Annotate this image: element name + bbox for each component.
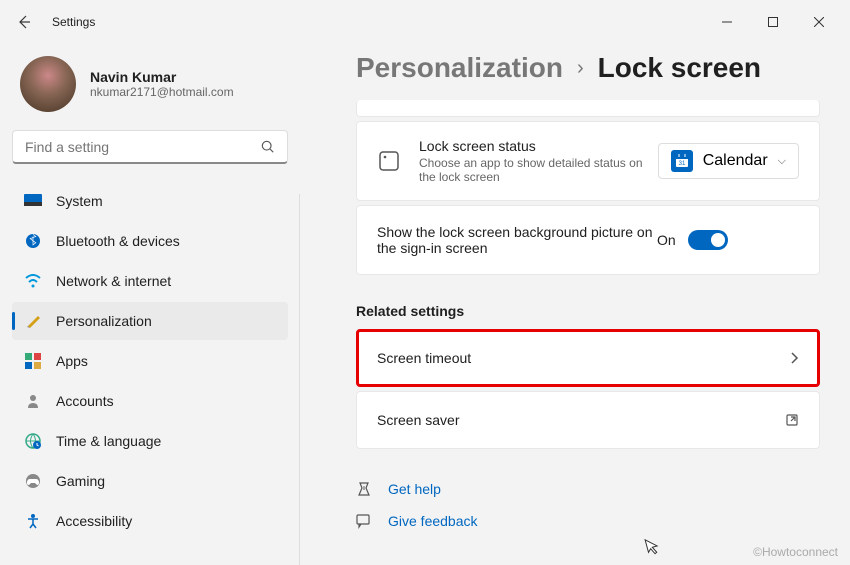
- footer-link-label: Give feedback: [388, 513, 478, 529]
- breadcrumb: Personalization › Lock screen: [356, 52, 820, 84]
- card-partial: [356, 100, 820, 117]
- chevron-right-icon: ›: [577, 57, 584, 80]
- sidebar-item-label: Gaming: [56, 473, 105, 489]
- maximize-button[interactable]: [750, 6, 796, 38]
- window-title: Settings: [52, 15, 95, 29]
- gaming-icon: [24, 472, 42, 490]
- sidebar-item-label: Accounts: [56, 393, 114, 409]
- sidebar-item-apps[interactable]: Apps: [12, 342, 288, 380]
- sidebar-item-label: Network & internet: [56, 273, 171, 289]
- toggle-switch[interactable]: [688, 230, 728, 250]
- sidebar-item-label: Bluetooth & devices: [56, 233, 180, 249]
- profile-email: nkumar2171@hotmail.com: [90, 85, 234, 99]
- sidebar-item-gaming[interactable]: Gaming: [12, 462, 288, 500]
- lock-status-card: Lock screen status Choose an app to show…: [356, 121, 820, 201]
- chevron-down-icon: ⌵: [778, 155, 786, 168]
- accessibility-icon: [24, 512, 42, 530]
- footer-link-label: Get help: [388, 481, 441, 497]
- apps-icon: [24, 352, 42, 370]
- app-dropdown[interactable]: 31 Calendar ⌵: [658, 143, 799, 179]
- screen-saver-link[interactable]: Screen saver: [356, 391, 820, 449]
- system-icon: [24, 192, 42, 210]
- svg-text:31: 31: [678, 161, 685, 167]
- calendar-icon: 31: [671, 150, 693, 172]
- card-desc: Choose an app to show detailed status on…: [419, 156, 658, 184]
- globe-icon: [24, 432, 42, 450]
- wifi-icon: [24, 272, 42, 290]
- link-label: Screen timeout: [377, 350, 789, 366]
- status-icon: [377, 149, 401, 173]
- screen-timeout-link[interactable]: Screen timeout: [356, 329, 820, 387]
- help-icon: [356, 481, 374, 497]
- minimize-button[interactable]: [704, 6, 750, 38]
- main-content: Personalization › Lock screen Lock scree…: [300, 44, 850, 565]
- card-title: Lock screen status: [419, 138, 658, 154]
- sidebar-item-network[interactable]: Network & internet: [12, 262, 288, 300]
- give-feedback-link[interactable]: Give feedback: [356, 505, 820, 537]
- sidebar-item-label: Apps: [56, 353, 88, 369]
- close-button[interactable]: [796, 6, 842, 38]
- breadcrumb-current: Lock screen: [598, 52, 761, 84]
- chevron-right-icon: [789, 351, 799, 365]
- back-button[interactable]: [8, 6, 40, 38]
- sidebar-item-label: Accessibility: [56, 513, 132, 529]
- watermark: ©Howtoconnect: [753, 545, 838, 559]
- search-box[interactable]: [12, 130, 288, 164]
- toggle-label: Show the lock screen background picture …: [377, 224, 657, 256]
- close-icon: [814, 17, 824, 27]
- profile-block[interactable]: Navin Kumar nkumar2171@hotmail.com: [12, 44, 288, 130]
- link-label: Screen saver: [377, 412, 785, 428]
- sidebar-item-personalization[interactable]: Personalization: [12, 302, 288, 340]
- breadcrumb-parent[interactable]: Personalization: [356, 52, 563, 84]
- person-icon: [24, 392, 42, 410]
- maximize-icon: [768, 17, 778, 27]
- sidebar: Navin Kumar nkumar2171@hotmail.com Syste…: [0, 44, 300, 565]
- search-input[interactable]: [25, 139, 261, 155]
- sidebar-item-label: Time & language: [56, 433, 161, 449]
- profile-name: Navin Kumar: [90, 69, 234, 85]
- external-link-icon: [785, 413, 799, 427]
- sidebar-item-label: Personalization: [56, 313, 152, 329]
- dropdown-value: Calendar: [703, 152, 768, 170]
- feedback-icon: [356, 513, 374, 529]
- minimize-icon: [722, 17, 732, 27]
- search-icon: [261, 140, 275, 154]
- bluetooth-icon: [24, 232, 42, 250]
- avatar: [20, 56, 76, 112]
- arrow-left-icon: [16, 14, 32, 30]
- sidebar-item-time[interactable]: Time & language: [12, 422, 288, 460]
- toggle-state: On: [657, 232, 676, 248]
- sidebar-item-accounts[interactable]: Accounts: [12, 382, 288, 420]
- related-heading: Related settings: [356, 303, 820, 319]
- sidebar-item-system[interactable]: System: [12, 182, 288, 220]
- brush-icon: [24, 312, 42, 330]
- signin-toggle-card: Show the lock screen background picture …: [356, 205, 820, 275]
- sidebar-item-label: System: [56, 193, 103, 209]
- sidebar-item-bluetooth[interactable]: Bluetooth & devices: [12, 222, 288, 260]
- get-help-link[interactable]: Get help: [356, 473, 820, 505]
- sidebar-item-accessibility[interactable]: Accessibility: [12, 502, 288, 540]
